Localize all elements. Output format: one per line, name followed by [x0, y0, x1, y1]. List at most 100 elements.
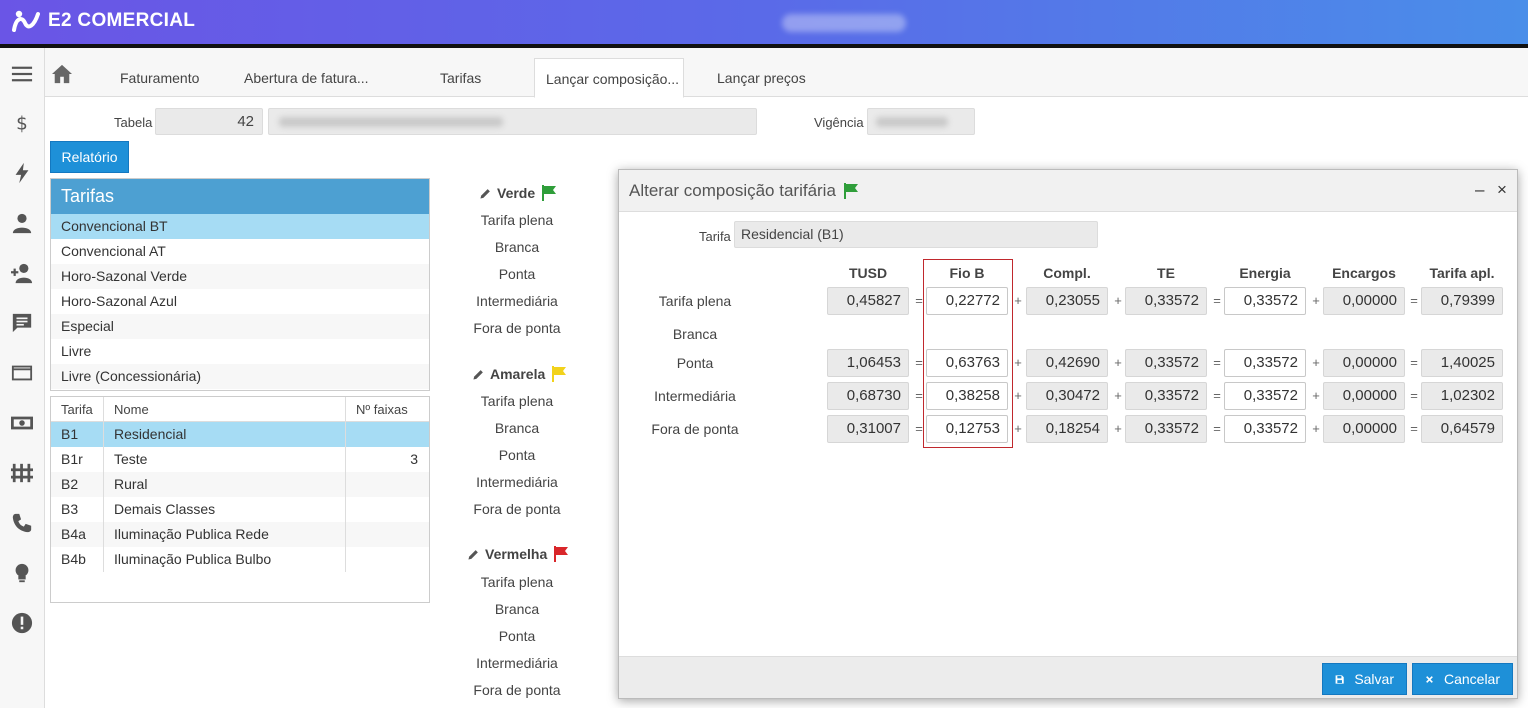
tarifa-field[interactable]: Residencial (B1)	[734, 221, 1098, 248]
table-row[interactable]: B1r Teste 3	[51, 447, 429, 472]
flag-verde-header[interactable]: Verde	[479, 184, 558, 202]
floppy-disk-icon	[1335, 674, 1344, 684]
minimize-button[interactable]: –	[1475, 180, 1484, 200]
close-button[interactable]: ×	[1497, 180, 1507, 200]
user-menu[interactable]	[782, 14, 906, 32]
encargos-intermediaria: 0,00000	[1323, 382, 1405, 410]
sidebar-item-user[interactable]	[0, 205, 44, 241]
te-ponta: 0,33572	[1125, 349, 1207, 377]
sidebar-item-messages[interactable]	[0, 305, 44, 341]
tab-faturamento[interactable]: Faturamento	[109, 58, 210, 98]
te-tarifa-plena: 0,33572	[1125, 287, 1207, 315]
verde-intermediaria[interactable]: Intermediária	[467, 293, 567, 309]
list-item[interactable]: Livre (Concessionária)	[51, 364, 429, 389]
operator: +	[1312, 421, 1320, 436]
fio-b-fora-de-ponta-input[interactable]: 0,12753	[926, 415, 1008, 443]
energia-ponta-input[interactable]: 0,33572	[1224, 349, 1306, 377]
sidebar-item-billing[interactable]: $	[0, 105, 44, 141]
sidebar-item-ideas[interactable]	[0, 555, 44, 591]
flag-verde-label: Verde	[497, 185, 536, 201]
redacted-text	[876, 117, 948, 127]
hamburger-icon	[11, 66, 33, 82]
operator: +	[1014, 388, 1022, 403]
operator: +	[1014, 421, 1022, 436]
col-header-encargos: Encargos	[1332, 265, 1396, 281]
list-item[interactable]: Horo-Sazonal Azul	[51, 289, 429, 314]
list-item[interactable]: Horo-Sazonal Verde	[51, 264, 429, 289]
fio-b-tarifa-plena-input[interactable]: 0,22772	[926, 287, 1008, 315]
verde-branca[interactable]: Branca	[467, 239, 567, 255]
list-item[interactable]: Livre	[51, 339, 429, 364]
tab-lancar-precos[interactable]: Lançar preços	[706, 58, 817, 98]
user-icon	[12, 213, 32, 234]
table-row[interactable]: B4b Iluminação Publica Bulbo	[51, 547, 429, 572]
col-header-nome[interactable]: Nome	[104, 397, 346, 421]
energia-intermediaria-input[interactable]: 0,33572	[1224, 382, 1306, 410]
cell-faixas	[346, 497, 429, 522]
tusd-fora-de-ponta: 0,31007	[827, 415, 909, 443]
vigencia-field[interactable]	[867, 108, 975, 135]
tab-bar: Faturamento Abertura de fatura... Tarifa…	[45, 48, 1528, 98]
menu-button[interactable]	[0, 56, 44, 92]
tusd-tarifa-plena: 0,45827	[827, 287, 909, 315]
tab-lancar-composicao[interactable]: Lançar composição...	[534, 58, 684, 98]
tab-tarifas[interactable]: Tarifas	[429, 58, 492, 98]
vermelha-tarifa-plena[interactable]: Tarifa plena	[467, 574, 567, 590]
col-header-tarifa[interactable]: Tarifa	[51, 397, 104, 421]
col-header-energia: Energia	[1239, 265, 1291, 281]
tab-home[interactable]	[51, 64, 77, 86]
verde-ponta[interactable]: Ponta	[467, 266, 567, 282]
fio-b-intermediaria-input[interactable]: 0,38258	[926, 382, 1008, 410]
operator: +	[1312, 293, 1320, 308]
green-flag-icon	[542, 185, 557, 201]
operator: +	[1114, 293, 1122, 308]
sidebar-item-add-user[interactable]	[0, 255, 44, 291]
verde-fora-de-ponta[interactable]: Fora de ponta	[467, 320, 567, 336]
sidebar-item-meters[interactable]	[0, 455, 44, 491]
table-row[interactable]: B4a Iluminação Publica Rede	[51, 522, 429, 547]
tabela-name-field[interactable]	[268, 108, 757, 135]
amarela-fora-de-ponta[interactable]: Fora de ponta	[467, 501, 567, 517]
flag-vermelha-header[interactable]: Vermelha	[467, 545, 570, 563]
col-header-faixas[interactable]: Nº faixas	[346, 397, 429, 421]
table-row[interactable]: B3 Demais Classes	[51, 497, 429, 522]
fio-b-ponta-input[interactable]: 0,63763	[926, 349, 1008, 377]
cell-nome: Residencial	[104, 422, 346, 447]
list-item[interactable]: Especial	[51, 314, 429, 339]
brand-logo[interactable]: E2 COMERCIAL	[12, 8, 195, 34]
flag-vermelha-label: Vermelha	[485, 546, 548, 562]
sidebar-item-energy[interactable]	[0, 155, 44, 191]
cell-faixas	[346, 422, 429, 447]
sidebar-item-cards[interactable]	[0, 355, 44, 391]
tab-abertura-fatura[interactable]: Abertura de fatura...	[233, 58, 380, 98]
verde-tarifa-plena[interactable]: Tarifa plena	[467, 212, 567, 228]
sidebar-item-payments[interactable]	[0, 405, 44, 441]
operator: =	[1213, 388, 1221, 403]
col-header-tarifa-apl: Tarifa apl.	[1429, 265, 1495, 281]
sidebar-item-phone[interactable]	[0, 505, 44, 541]
col-header-te: TE	[1157, 265, 1175, 281]
relatorio-button[interactable]: Relatório	[50, 141, 129, 173]
vermelha-intermediaria[interactable]: Intermediária	[467, 655, 567, 671]
amarela-intermediaria[interactable]: Intermediária	[467, 474, 567, 490]
amarela-tarifa-plena[interactable]: Tarifa plena	[467, 393, 567, 409]
sidebar-item-alerts[interactable]	[0, 605, 44, 641]
cell-nome: Iluminação Publica Rede	[104, 522, 346, 547]
vermelha-branca[interactable]: Branca	[467, 601, 567, 617]
list-item[interactable]: Convencional BT	[51, 214, 429, 239]
vermelha-fora-de-ponta[interactable]: Fora de ponta	[467, 682, 567, 698]
vermelha-ponta[interactable]: Ponta	[467, 628, 567, 644]
amarela-ponta[interactable]: Ponta	[467, 447, 567, 463]
row-label-branca: Branca	[672, 326, 718, 342]
energia-fora-de-ponta-input[interactable]: 0,33572	[1224, 415, 1306, 443]
save-button[interactable]: Salvar	[1322, 663, 1407, 695]
flag-amarela-header[interactable]: Amarela	[472, 365, 568, 383]
amarela-branca[interactable]: Branca	[467, 420, 567, 436]
table-row[interactable]: B2 Rural	[51, 472, 429, 497]
cancel-button[interactable]: Cancelar	[1412, 663, 1513, 695]
composicao-dialog: Alterar composição tarifária – × Tarifa …	[618, 169, 1518, 699]
list-item[interactable]: Convencional AT	[51, 239, 429, 264]
energia-tarifa-plena-input[interactable]: 0,33572	[1224, 287, 1306, 315]
tabela-id-field[interactable]: 42	[155, 108, 263, 135]
table-row[interactable]: B1 Residencial	[51, 422, 429, 447]
